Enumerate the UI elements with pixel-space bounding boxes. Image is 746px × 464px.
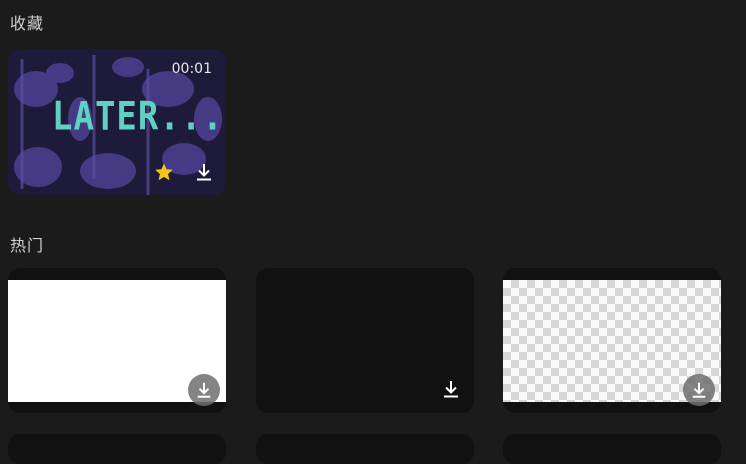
favorite-sticker-card[interactable]: 00:01 LATER...: [8, 49, 226, 195]
star-icon[interactable]: [153, 161, 175, 183]
hot-item-card-partial[interactable]: [503, 434, 721, 464]
download-icon[interactable]: [193, 161, 215, 183]
download-icon[interactable]: [683, 374, 715, 406]
download-icon[interactable]: [440, 378, 462, 400]
download-icon[interactable]: [188, 374, 220, 406]
hot-item-white-card[interactable]: [8, 268, 226, 413]
hot-item-black-card[interactable]: [256, 268, 474, 413]
hot-section-title: 热门: [10, 236, 45, 255]
hot-item-transparent-card[interactable]: [503, 268, 721, 413]
sticker-text: LATER...: [52, 94, 224, 140]
favorites-section-title: 收藏: [10, 14, 45, 33]
hot-item-card-partial[interactable]: [8, 434, 226, 464]
video-duration: 00:01: [171, 61, 212, 77]
hot-item-card-partial[interactable]: [256, 434, 474, 464]
